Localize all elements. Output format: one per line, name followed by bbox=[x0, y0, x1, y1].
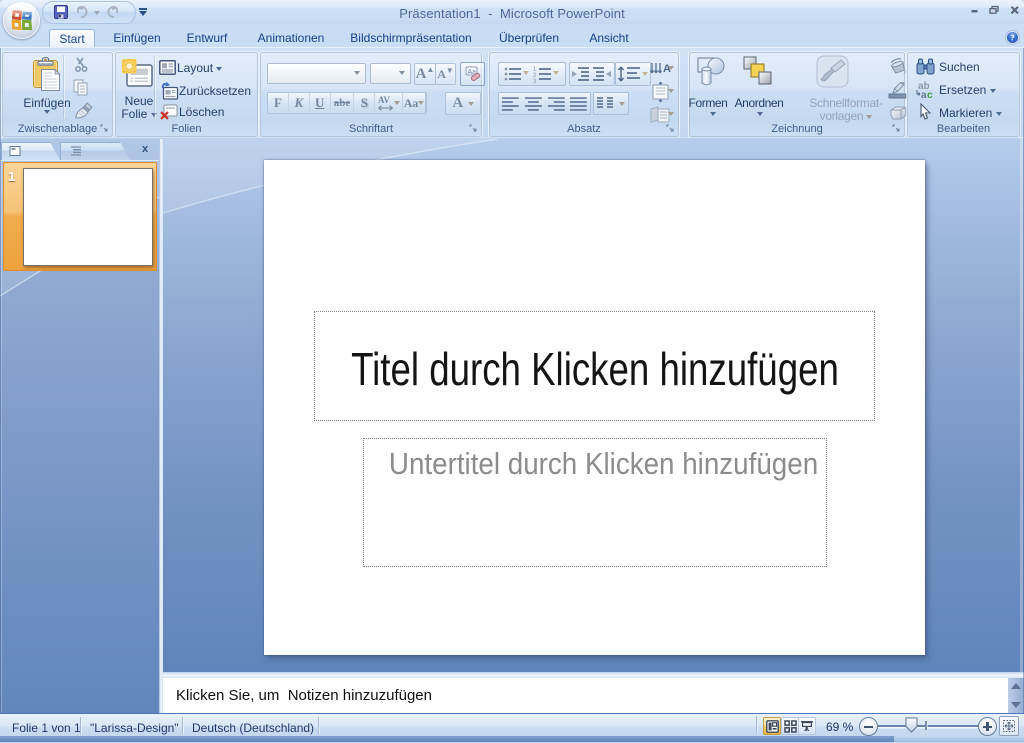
svg-text:?: ? bbox=[1010, 33, 1014, 43]
svg-text:c: c bbox=[927, 90, 933, 100]
svg-text:3: 3 bbox=[533, 79, 537, 84]
svg-text:AV: AV bbox=[378, 95, 390, 105]
